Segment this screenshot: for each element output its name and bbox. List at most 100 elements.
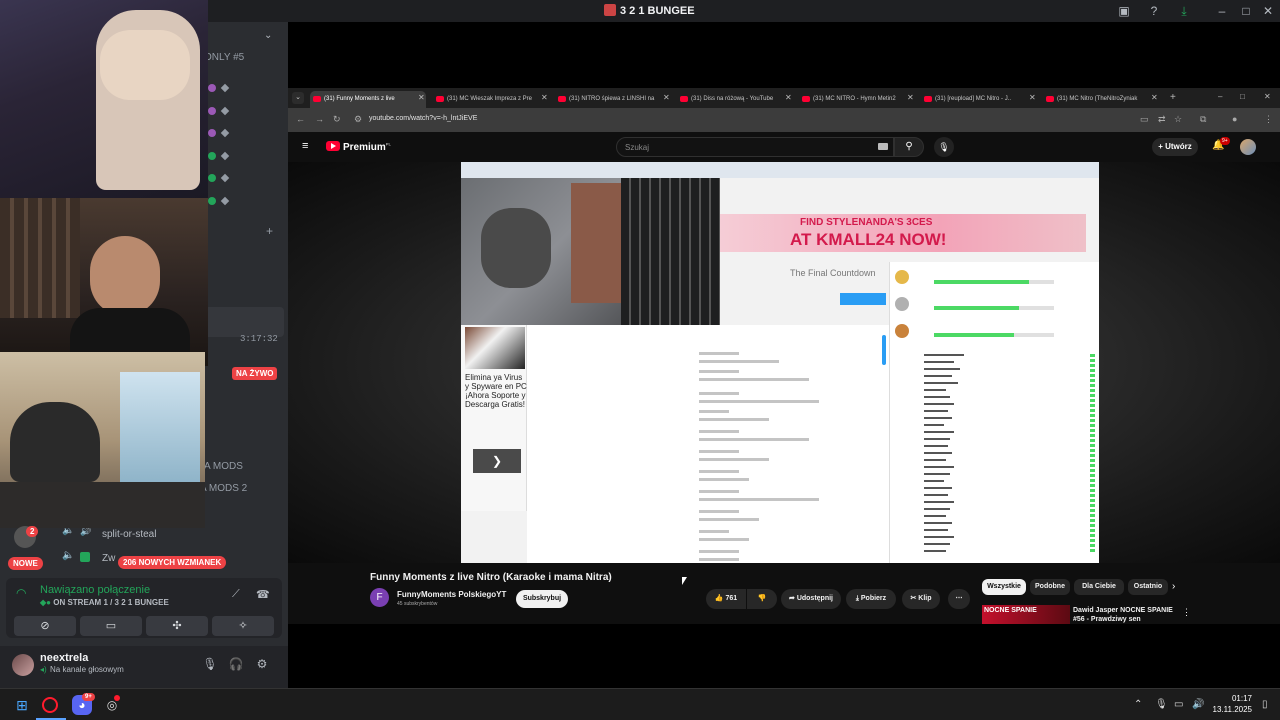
disconnect-icon[interactable]: ☎ [256,588,270,601]
share-button[interactable]: ➦ Udostępnij [781,589,841,609]
close-tab-icon[interactable]: ✕ [418,93,425,102]
add-channel-icon[interactable]: + [266,224,273,238]
chip-recent[interactable]: Ostatnio [1128,579,1168,595]
avatar[interactable] [12,654,34,676]
chevron-right-icon[interactable]: › [1172,581,1175,592]
start-icon[interactable]: ⊞ [12,695,32,715]
noise-suppression-icon[interactable]: ⟋ [232,588,240,601]
username[interactable]: neextrela [40,652,88,664]
settings-icon[interactable]: ⚙ [254,656,270,672]
site-info-icon[interactable]: ⚙ [354,114,362,125]
close-tab-icon[interactable]: ✕ [1151,93,1158,102]
list-line [924,354,964,356]
maximize-icon[interactable]: □ [1238,3,1254,19]
connection-status: Nawiązano połączenie [40,584,151,596]
notification-center-icon[interactable]: ▯ [1262,699,1268,710]
screen-share-button[interactable]: ▭ [80,616,142,636]
bookmark-icon[interactable]: ☆ [1174,114,1182,125]
browser-tab[interactable]: (31) [reupload] MC Nitro - J.. [921,91,1037,108]
back-icon[interactable]: ← [296,114,305,124]
chip-for-you[interactable]: Dla Ciebie [1074,579,1124,595]
voice-search-icon[interactable]: 🎙 [934,137,954,157]
dislike-button[interactable]: 👎 [747,589,777,609]
youtube-favicon-icon [558,96,566,102]
browser-tab[interactable]: (31) Funny Moments z live [310,91,426,108]
install-icon[interactable]: ▭ [1140,114,1149,125]
create-button[interactable]: + Utwórz [1152,138,1198,156]
channel-avatar[interactable]: F [370,588,389,607]
microphone-icon[interactable]: 🎙 [1155,699,1168,710]
subscribe-button[interactable]: Subskrybuj [516,590,568,608]
opera-icon[interactable] [42,697,58,713]
close-icon[interactable]: ✕ [1260,3,1276,19]
activities-button[interactable]: ✣ [146,616,208,636]
recommended-title[interactable]: Dawid Jasper NOCNE SPANIE #56 - Prawdziw… [1073,606,1183,624]
profile-icon[interactable]: ● [1232,114,1237,124]
video-player[interactable]: FIND STYLENANDA'S 3CES AT KMALL24 NOW! T… [288,162,1280,563]
silver-medal-icon [895,297,909,311]
menu-icon[interactable]: ⋮ [1264,114,1273,125]
new-badge[interactable]: NOWE [8,557,43,570]
minimize-icon[interactable]: – [1214,3,1230,19]
headphones-icon[interactable]: 🎧 [228,656,244,672]
browser-tab[interactable]: (31) MC Wieszak Impreza z Pre [433,91,549,108]
clock[interactable]: 01:17 13.11.2025 [1212,693,1252,715]
camera-off-button[interactable]: ⊘ [14,616,76,636]
clip-button[interactable]: ✂ Klip [902,589,940,609]
connection-sub: ◆● ON STREAM 1 / 3 2 1 BUNGEE [40,598,169,607]
close-icon[interactable]: ✕ [1264,92,1271,101]
browser-tab[interactable]: (31) MC Nitro (TheNitroZyniak [1043,91,1159,108]
channel-mods[interactable]: A MODS [204,461,243,472]
network-icon[interactable]: ▭ [1174,699,1183,710]
chevron-up-icon[interactable]: ⌃ [1134,699,1142,710]
url-field[interactable]: youtube.com/watch?v=-h_lntJiEVE [369,115,477,122]
download-icon[interactable]: ⤓ [1176,3,1192,19]
browser-tab[interactable]: (31) NITRO śpiewa z LINSHI na [555,91,671,108]
stream-item[interactable] [204,307,284,337]
download-button[interactable]: ⤓ Pobierz [846,589,896,609]
browser-tab[interactable]: (31) MC NITRO - Hymn Metin2 [799,91,915,108]
close-tab-icon[interactable]: ✕ [541,93,548,102]
voice-channel-2[interactable]: Zw [102,553,115,564]
new-tab-icon[interactable]: + [1170,92,1176,103]
close-tab-icon[interactable]: ✕ [1029,93,1036,102]
browser-tab[interactable]: (31) Diss na różową - YouTube [677,91,793,108]
reload-icon[interactable]: ↻ [333,114,341,125]
channel-mods-2[interactable]: A MODS 2 [200,483,247,494]
chip-related[interactable]: Podobne [1030,579,1070,595]
channel-subscribers: 45 subskrybentów [397,601,438,607]
close-tab-icon[interactable]: ✕ [907,93,914,102]
tab-list-icon[interactable]: ⌄ [292,92,304,104]
chat-line [699,370,739,373]
signal-icon[interactable]: ◠ [16,586,26,600]
close-tab-icon[interactable]: ✕ [785,93,792,102]
extensions-icon[interactable]: ⧉ [1200,114,1206,125]
youtube-logo[interactable]: PremiumPL [326,141,391,153]
help-icon[interactable]: ? [1146,3,1162,19]
rank-bar [934,280,1029,284]
mentions-badge[interactable]: 206 NOWYCH WZMIANEK [118,556,227,569]
minimize-icon[interactable]: – [1218,92,1222,101]
close-tab-icon[interactable]: ✕ [663,93,670,102]
search-input[interactable]: Szukaj [616,137,894,157]
keyboard-icon[interactable] [878,143,888,150]
more-options-icon[interactable]: ⋮ [1182,607,1191,618]
maximize-icon[interactable]: □ [1240,92,1245,101]
more-actions-button[interactable]: ⋯ [948,589,970,609]
voice-channel[interactable]: split-or-steal [102,529,156,540]
inbox-icon[interactable]: ▣ [1116,3,1132,19]
forward-icon[interactable]: → [315,114,324,124]
microphone-icon[interactable]: 🎙 [202,656,218,672]
channel-name[interactable]: FunnyMoments PolskiegoYT [397,590,506,599]
search-button[interactable]: ⚲ [894,137,924,157]
bronze-medal-icon [895,324,909,338]
hamburger-icon[interactable]: ≡ [302,140,308,152]
volume-icon[interactable]: 🔊 [1192,699,1204,710]
chip-all[interactable]: Wszystkie [982,579,1026,595]
translate-icon[interactable]: ⇄ [1158,114,1166,125]
chevron-down-icon[interactable]: ⌄ [264,30,272,41]
avatar[interactable] [1240,139,1256,155]
recommended-thumbnail[interactable]: NOCNE SPANIE [982,605,1070,624]
soundboard-button[interactable]: ✧ [212,616,274,636]
like-button[interactable]: 👍 761 [706,589,746,609]
